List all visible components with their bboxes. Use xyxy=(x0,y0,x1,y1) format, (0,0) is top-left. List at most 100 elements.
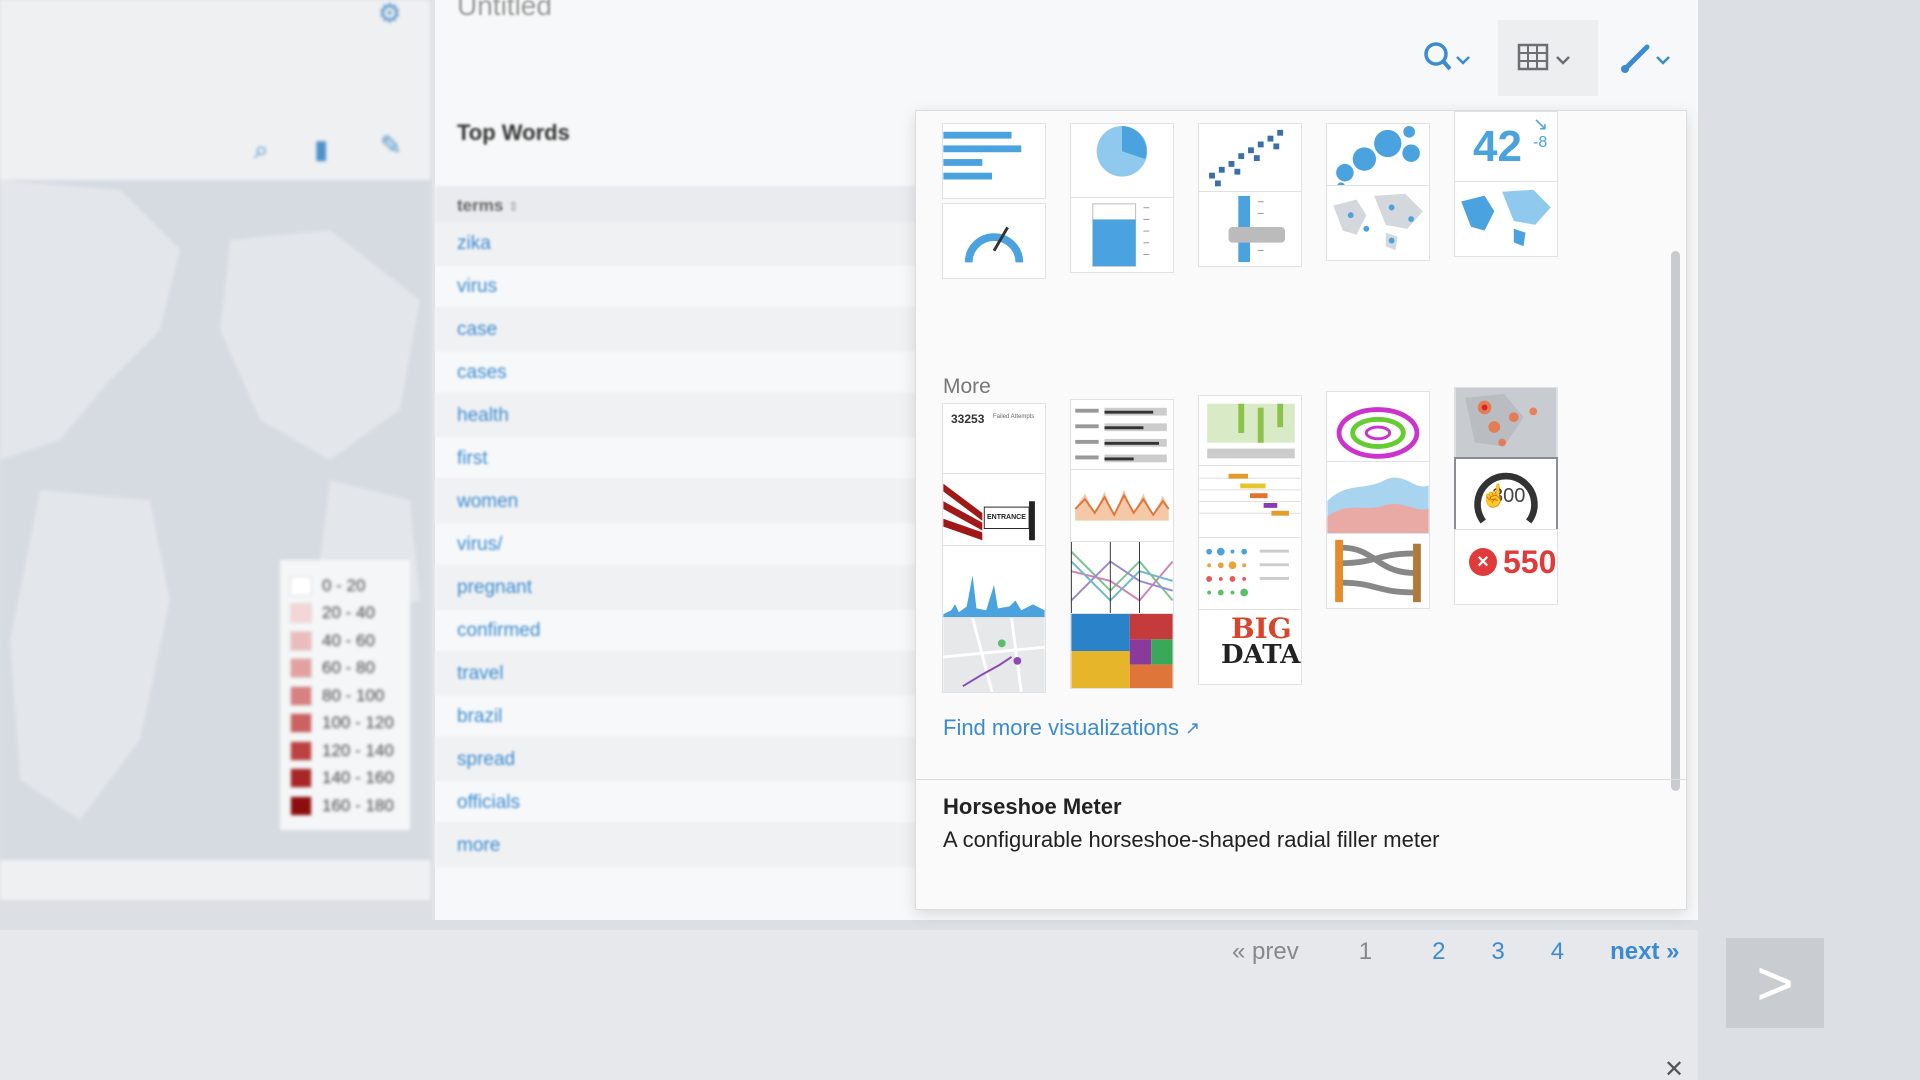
table-rows: zika virus case cases health first women virus/… xyxy=(435,222,935,867)
column-header-label: terms xyxy=(457,196,504,215)
timeline-icon xyxy=(1199,473,1301,516)
term-cell[interactable]: health xyxy=(457,405,509,426)
viz-tile-punchcard[interactable] xyxy=(1326,391,1430,467)
single-value-delta: -8 xyxy=(1533,134,1548,151)
term-cell[interactable]: pregnant xyxy=(457,577,532,598)
bar-chart-icon xyxy=(943,131,1022,180)
table-row[interactable]: first xyxy=(435,437,935,480)
next-slide-button[interactable]: > xyxy=(1726,938,1824,1028)
viz-tile-scatter-chart[interactable] xyxy=(1198,123,1302,199)
viz-tile-location-tracker[interactable] xyxy=(942,617,1046,693)
viz-tile-punchcard-dots[interactable] xyxy=(1198,537,1302,613)
term-cell[interactable]: brazil xyxy=(457,706,502,727)
search-menu-button[interactable] xyxy=(1398,20,1498,96)
table-row[interactable]: health xyxy=(435,394,935,437)
selected-viz-description: A configurable horseshoe-shaped radial f… xyxy=(943,827,1440,852)
table-row[interactable]: travel xyxy=(435,652,935,695)
term-cell[interactable]: spread xyxy=(457,749,515,770)
prev-page-link[interactable]: « prev xyxy=(1220,932,1311,972)
entrance-chart-icon xyxy=(943,483,1035,541)
wordcloud-data: DATA xyxy=(1221,640,1301,670)
close-icon[interactable]: ✕ xyxy=(1664,1055,1684,1080)
viz-tile-word-cloud[interactable]: BIG DATA xyxy=(1198,609,1302,685)
viz-tile-bullet-graph[interactable] xyxy=(1070,399,1174,475)
paintbrush-icon[interactable]: ✎ xyxy=(380,130,402,161)
viz-tile-status-indicator-550[interactable]: × 550 xyxy=(1454,529,1558,605)
paintbrush-icon xyxy=(1621,44,1670,73)
table-row[interactable]: women xyxy=(435,480,935,523)
find-more-label: Find more visualizations xyxy=(943,715,1179,740)
gear-icon[interactable]: ⚙ xyxy=(378,0,401,29)
table-row[interactable]: cases xyxy=(435,351,935,394)
viz-tile-timeline-band[interactable] xyxy=(1070,469,1174,545)
map-legend: 0 - 20 20 - 40 40 - 60 60 - 80 80 - 100 100 -… xyxy=(280,560,410,830)
viz-tile-location-tracker-heat[interactable] xyxy=(1454,387,1558,463)
page-4[interactable]: 4 xyxy=(1539,932,1576,972)
viz-tile-marker-gauge[interactable] xyxy=(1198,191,1302,267)
viz-tile-horizon-chart[interactable] xyxy=(1326,461,1430,537)
next-page-link[interactable]: next » xyxy=(1598,932,1691,972)
viz-tile-timeline-histogram[interactable] xyxy=(942,545,1046,621)
viz-tile-gantt-timeline[interactable] xyxy=(1198,465,1302,541)
viz-tile-radial-gauge[interactable] xyxy=(942,203,1046,279)
viz-tile-parallel-bars[interactable]: ENTRANCE xyxy=(942,473,1046,549)
viz-tile-single-value[interactable]: 42 ↘ -8 xyxy=(1454,111,1558,187)
legend-label: 60 - 80 xyxy=(322,658,375,678)
viz-tile-pie-chart[interactable] xyxy=(1070,123,1174,199)
viz-tile-choropleth-map[interactable] xyxy=(1454,181,1558,257)
viz-tile-cluster-map[interactable] xyxy=(1326,185,1430,261)
viz-tile-sankey[interactable] xyxy=(1326,533,1430,609)
table-row[interactable]: case xyxy=(435,308,935,351)
picker-scrollbar[interactable] xyxy=(1671,251,1680,791)
table-row[interactable]: virus/ xyxy=(435,523,935,566)
viz-tile-status-indicator[interactable]: 33253 Failed Attempts xyxy=(942,403,1046,479)
table-row[interactable]: more xyxy=(435,824,935,867)
viz-tile-horseshoe-meter[interactable]: 300 ☝ xyxy=(1454,457,1558,533)
column-header-terms[interactable]: terms ⇕ xyxy=(435,186,935,222)
entrance-label: ENTRANCE xyxy=(987,514,1026,521)
term-cell[interactable]: confirmed xyxy=(457,620,540,641)
error-circle-icon: × xyxy=(1469,548,1497,576)
filler-gauge-icon xyxy=(1092,203,1150,267)
legend-swatch xyxy=(290,685,312,706)
heat-map-icon xyxy=(1455,388,1557,462)
page-1[interactable]: 1 xyxy=(1332,930,1399,974)
find-more-visualizations-link[interactable]: Find more visualizations ↗ xyxy=(943,715,1200,741)
legend-row: 80 - 100 xyxy=(290,682,400,710)
sort-icon[interactable]: ⇕ xyxy=(508,199,519,214)
term-cell[interactable]: case xyxy=(457,319,497,340)
term-cell[interactable]: virus xyxy=(457,276,497,297)
legend-row: 160 - 180 xyxy=(290,792,400,820)
calendar-heatmap-icon xyxy=(1207,403,1295,459)
table-row[interactable]: pregnant xyxy=(435,566,935,609)
term-cell[interactable]: zika xyxy=(457,233,491,254)
term-cell[interactable]: first xyxy=(457,448,488,469)
term-cell[interactable]: women xyxy=(457,491,518,512)
table-row[interactable]: zika xyxy=(435,222,935,265)
page-2[interactable]: 2 xyxy=(1420,932,1457,972)
table-row[interactable]: virus xyxy=(435,265,935,308)
term-cell[interactable]: travel xyxy=(457,663,503,684)
page-3[interactable]: 3 xyxy=(1479,932,1516,972)
bullet-graph-icon xyxy=(1075,407,1167,463)
term-cell[interactable]: virus/ xyxy=(457,534,502,555)
search-icon[interactable]: ⌕ xyxy=(254,134,269,166)
viz-tile-calendar-heatmap[interactable] xyxy=(1198,395,1302,471)
visualization-menu-button[interactable] xyxy=(1498,20,1598,96)
viz-tile-treemap[interactable] xyxy=(1070,613,1174,689)
term-cell[interactable]: officials xyxy=(457,792,520,813)
term-cell[interactable]: more xyxy=(457,835,500,856)
term-cell[interactable]: cases xyxy=(457,362,507,383)
table-row[interactable]: officials xyxy=(435,781,935,824)
map-panel: ⚙ ⌕ ▮ ✎ 0 - 20 20 - 40 40 - 60 60 - 80 80 - … xyxy=(0,0,430,900)
bookmark-icon[interactable]: ▮ xyxy=(314,134,328,165)
viz-tile-filler-gauge[interactable] xyxy=(1070,197,1174,273)
table-row[interactable]: spread xyxy=(435,738,935,781)
location-map-icon xyxy=(943,618,1045,692)
table-row[interactable]: brazil xyxy=(435,695,935,738)
viz-tile-bar-chart[interactable] xyxy=(942,123,1046,199)
status-small-value: 33253 xyxy=(951,412,985,426)
table-row[interactable]: confirmed xyxy=(435,609,935,652)
viz-tile-parallel-coordinates[interactable] xyxy=(1070,541,1174,617)
format-menu-button[interactable] xyxy=(1598,20,1698,96)
